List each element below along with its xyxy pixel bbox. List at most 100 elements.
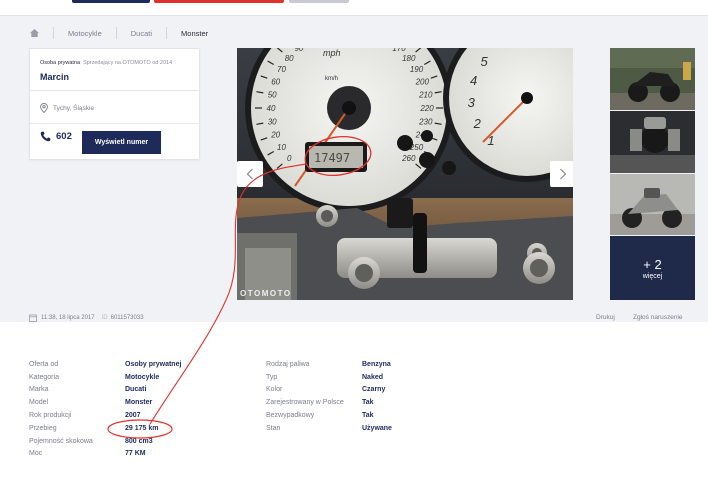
spec-row: Zarejestrowany w Polsce Tak: [266, 396, 374, 409]
tacho-label: 5: [480, 54, 488, 69]
top-section: Motocykle Ducati Monster Osoba prywatna S…: [0, 0, 708, 322]
breadcrumb: Motocykle Ducati Monster: [30, 26, 208, 40]
phone-number-partial: 602: [56, 131, 72, 142]
tab-strip-3[interactable]: [289, 0, 349, 3]
spec-value: 800 cm3: [125, 437, 153, 445]
spec-row: Rodzaj paliwa Benzyna: [266, 358, 391, 371]
tab-strip-1[interactable]: [72, 0, 150, 3]
speedo-label: 70: [277, 65, 286, 74]
spec-row: Przebieg 29 175 km: [29, 422, 158, 435]
speedo-label: 10: [277, 143, 286, 152]
motorcycle-dashboard-photo: 0102030405060708090100110120130140150160…: [237, 48, 573, 300]
spec-key: Kolor: [266, 386, 283, 394]
spec-row: Kolor Czarny: [266, 384, 385, 397]
phone-row: 602: [40, 131, 72, 142]
speedo-label: 50: [268, 91, 277, 100]
speedo-label: 0: [287, 154, 292, 163]
spec-row: Bezwypadkowy Tak: [266, 409, 374, 422]
spec-key: Zarejestrowany w Polsce: [266, 399, 344, 407]
speedo-unit-kmh: km/h: [325, 76, 338, 82]
chevron-right-icon: [560, 168, 567, 180]
spec-key: Typ: [266, 373, 278, 381]
listing-id-label: ID: [101, 315, 108, 321]
spec-row: Pojemność skokowa 800 cm3: [29, 435, 153, 448]
speedo-label: 220: [419, 104, 434, 113]
speedo-label: 190: [410, 65, 424, 74]
thumbnail-3[interactable]: [610, 174, 695, 235]
spec-key: Oferta od: [29, 360, 59, 368]
spec-key: Marka: [29, 386, 49, 394]
spec-row: Marka Ducati: [29, 384, 146, 397]
speedo-unit-mph: mph: [323, 48, 341, 58]
spec-value: Naked: [362, 373, 384, 381]
main-photo[interactable]: 0102030405060708090100110120130140150160…: [237, 48, 573, 300]
breadcrumb-motocykle[interactable]: Motocykle: [68, 29, 102, 38]
speedo-label: 230: [418, 118, 433, 127]
listing-timestamp: 11:38, 18 lipca 2017: [41, 315, 95, 321]
spec-value: Motocykle: [125, 373, 160, 381]
speedo-label: 80: [285, 54, 294, 63]
prev-photo-button[interactable]: [237, 161, 263, 187]
spec-row: Rok produkcji 2007: [29, 409, 141, 422]
spec-value: Benzyna: [362, 360, 391, 368]
spec-key: Moc: [29, 450, 43, 458]
spec-key: Stan: [266, 424, 281, 432]
tacho-label: 2: [473, 116, 482, 131]
spec-row: Typ Naked: [266, 371, 383, 384]
speedo-label: 90: [294, 48, 303, 53]
speedo-label: 30: [268, 118, 277, 127]
seller-card: Osoba prywatna Sprzedający na OTOMOTO od …: [29, 48, 200, 160]
spec-key: Model: [29, 399, 49, 407]
spec-key: Rodzaj paliwa: [266, 360, 310, 368]
spec-key: Kategoria: [29, 373, 59, 381]
thumbnail-1[interactable]: [610, 48, 695, 110]
spec-key: Rok produkcji: [29, 412, 72, 420]
spec-value: Monster: [125, 399, 153, 407]
listing-meta: 11:38, 18 lipca 2017 ID 6011573033: [29, 314, 144, 322]
breadcrumb-monster: Monster: [181, 28, 209, 38]
thumbnail-image: [610, 111, 695, 173]
next-photo-button[interactable]: [550, 161, 573, 187]
speedo-label: 210: [418, 91, 433, 100]
report-link[interactable]: Zgłoś naruszenie: [633, 314, 683, 321]
spec-value: Używane: [362, 424, 392, 432]
tacho-label: 3: [468, 95, 476, 110]
seller-name[interactable]: Marcin: [40, 72, 69, 82]
speedo-label: 260: [401, 154, 416, 163]
spec-row: Stan Używane: [266, 422, 392, 435]
home-icon[interactable]: [30, 29, 39, 37]
spec-key: Bezwypadkowy: [266, 412, 315, 420]
spec-value: Tak: [362, 399, 374, 407]
seller-location-text: Tychy, Śląskie: [53, 104, 95, 112]
chevron-left-icon: [246, 168, 253, 180]
tacho-label: 4: [470, 73, 477, 88]
spec-row: Moc 77 KM: [29, 448, 146, 461]
thumbnail-image: [610, 174, 695, 235]
specs-left: Oferta od Osoby prywatnej Kategoria Motocy…: [29, 358, 181, 461]
thumbnail-image: [610, 48, 695, 110]
calendar-icon: [29, 314, 37, 322]
more-photos-button[interactable]: + 2 więcej: [610, 236, 695, 300]
spec-key: Pojemność skokowa: [29, 437, 93, 445]
thumbnail-2[interactable]: [610, 111, 695, 173]
spec-value: 77 KM: [125, 450, 146, 458]
location-pin-icon: [40, 103, 48, 113]
spec-value: Osoby prywatnej: [125, 360, 182, 368]
breadcrumb-ducati[interactable]: Ducati: [131, 29, 152, 38]
more-photos-count: + 2: [643, 256, 662, 272]
spec-row: Oferta od Osoby prywatnej: [29, 358, 181, 371]
spec-value: Czarny: [362, 386, 386, 394]
speedo-label: 40: [267, 104, 276, 113]
seller-since: Sprzedający na OTOMOTO od 2014: [83, 60, 173, 66]
print-link[interactable]: Drukuj: [596, 314, 615, 321]
spec-value: 2007: [125, 412, 141, 420]
seller-location: Tychy, Śląskie: [40, 103, 94, 113]
phone-icon: [40, 131, 51, 142]
show-number-button[interactable]: Wyświetl numer: [82, 131, 161, 154]
speedo-label: 200: [415, 77, 430, 86]
tab-strip-2[interactable]: [154, 0, 284, 3]
watermark-logo: OTOMOTO: [240, 289, 292, 298]
speedo-label: 180: [402, 54, 416, 63]
seller-type: Osoba prywatna: [40, 60, 81, 66]
spec-value: Tak: [362, 412, 374, 420]
